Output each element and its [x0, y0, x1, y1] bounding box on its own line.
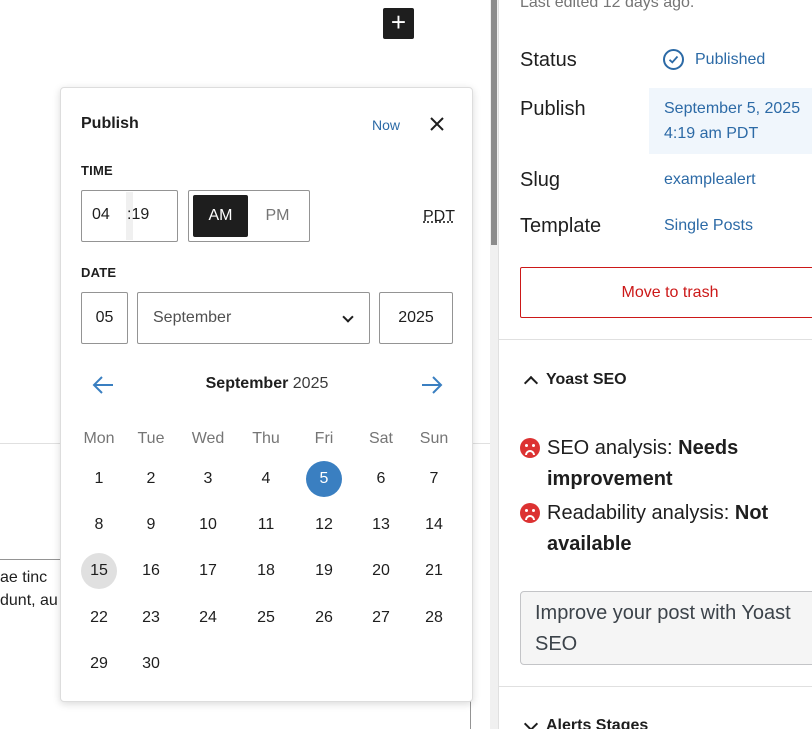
weekday-label: Sat: [368, 430, 393, 447]
publish-date-toggle[interactable]: [649, 88, 812, 154]
calendar-day[interactable]: 20: [363, 553, 399, 589]
weekday-label: Mon: [83, 430, 115, 447]
calendar-day[interactable]: 9: [133, 507, 169, 543]
status-value[interactable]: Published: [695, 51, 765, 69]
calendar-day[interactable]: 16: [133, 553, 169, 589]
move-to-trash-button[interactable]: Move to trash: [520, 267, 812, 318]
weekday-label: Tue: [137, 430, 165, 447]
calendar-day[interactable]: 8: [81, 507, 117, 543]
day-input[interactable]: 05: [81, 292, 128, 344]
next-month-arrow-icon[interactable]: [420, 374, 444, 396]
add-block-button[interactable]: +: [383, 8, 414, 39]
calendar-day[interactable]: 17: [190, 553, 226, 589]
slug-value[interactable]: examplealert: [664, 171, 756, 189]
chevron-up-icon: [523, 375, 539, 390]
calendar-day[interactable]: 12: [306, 507, 342, 543]
time-input-group: 04 :19: [81, 190, 178, 242]
calendar-day[interactable]: 6: [363, 461, 399, 497]
calendar-day[interactable]: 7: [416, 461, 452, 497]
seo-analysis-result: SEO analysis: Needs improvement: [547, 437, 739, 490]
sidebar-divider: [499, 686, 812, 687]
timezone-label[interactable]: PDT: [423, 208, 455, 226]
previous-month-arrow-icon[interactable]: [91, 374, 115, 396]
calendar-month-title: September 2025: [205, 375, 329, 392]
last-edited-text: Last edited 12 days ago.: [520, 0, 695, 11]
minute-input[interactable]: :19: [127, 206, 149, 224]
calendar-day[interactable]: 19: [306, 553, 342, 589]
calendar-day[interactable]: 18: [248, 553, 284, 589]
calendar-day[interactable]: 2: [133, 461, 169, 497]
canvas-scrollbar-thumb[interactable]: [491, 0, 497, 245]
calendar-day-selected[interactable]: 5: [306, 461, 342, 497]
calendar-day[interactable]: 3: [190, 461, 226, 497]
yoast-panel-title: Yoast SEO: [546, 371, 627, 388]
status-label: Status: [520, 49, 577, 71]
year-input[interactable]: 2025: [379, 292, 453, 344]
weekday-label: Wed: [191, 430, 225, 447]
calendar-day[interactable]: 4: [248, 461, 284, 497]
publish-date-popover: Publish Now TIME 04 :19 AM PM PDT DATE 0…: [60, 87, 473, 702]
chevron-down-icon: [342, 311, 354, 323]
calendar-day[interactable]: 29: [81, 646, 117, 682]
pm-button[interactable]: PM: [255, 195, 300, 237]
publish-date-text[interactable]: September 5, 2025: [664, 100, 800, 118]
template-value[interactable]: Single Posts: [664, 217, 753, 235]
calendar-day[interactable]: 23: [133, 600, 169, 636]
publish-time-text[interactable]: 4:19 am PDT: [664, 125, 758, 143]
popover-title: Publish: [81, 115, 139, 132]
month-select[interactable]: September: [137, 292, 370, 344]
weekday-label: Sun: [419, 430, 449, 447]
chevron-down-icon: [523, 716, 539, 729]
hour-input[interactable]: 04: [92, 206, 110, 224]
calendar-day[interactable]: 27: [363, 600, 399, 636]
sad-face-icon: [520, 503, 540, 523]
calendar-day[interactable]: 26: [306, 600, 342, 636]
sidebar-divider: [499, 339, 812, 340]
am-button[interactable]: AM: [193, 195, 248, 237]
calendar-day[interactable]: 10: [190, 507, 226, 543]
readability-analysis-result: Readability analysis: Not available: [547, 502, 769, 555]
calendar-day[interactable]: 21: [416, 553, 452, 589]
date-section-label: DATE: [81, 265, 117, 280]
close-icon[interactable]: [427, 114, 447, 134]
settings-sidebar: Last edited 12 days ago. Status Publishe…: [498, 0, 812, 729]
am-pm-toggle: AM PM: [188, 190, 310, 242]
month-select-value: September: [153, 309, 232, 326]
publish-label: Publish: [520, 98, 586, 120]
calendar-day[interactable]: 14: [416, 507, 452, 543]
published-check-icon: [663, 49, 684, 70]
sad-face-icon: [520, 438, 540, 458]
calendar-day[interactable]: 13: [363, 507, 399, 543]
now-button[interactable]: Now: [372, 117, 400, 133]
template-label: Template: [520, 215, 602, 237]
yoast-panel-toggle[interactable]: Yoast SEO: [523, 371, 627, 390]
slug-label: Slug: [520, 169, 561, 191]
calendar-day[interactable]: 22: [81, 600, 117, 636]
calendar-day[interactable]: 25: [248, 600, 284, 636]
weekday-label: Fri: [314, 430, 334, 447]
time-section-label: TIME: [81, 163, 113, 178]
improve-with-yoast-button[interactable]: Improve your post with Yoast SEO: [520, 591, 812, 665]
alerts-stages-title: Alerts Stages: [546, 717, 649, 729]
calendar-day[interactable]: 11: [248, 507, 284, 543]
alerts-stages-panel-toggle[interactable]: Alerts Stages: [523, 716, 649, 729]
calendar-day[interactable]: 28: [416, 600, 452, 636]
calendar-day[interactable]: 30: [133, 646, 169, 682]
weekday-label: Thu: [252, 430, 280, 447]
calendar-day[interactable]: 24: [190, 600, 226, 636]
calendar-day[interactable]: 1: [81, 461, 117, 497]
calendar-day[interactable]: 15: [81, 553, 117, 589]
